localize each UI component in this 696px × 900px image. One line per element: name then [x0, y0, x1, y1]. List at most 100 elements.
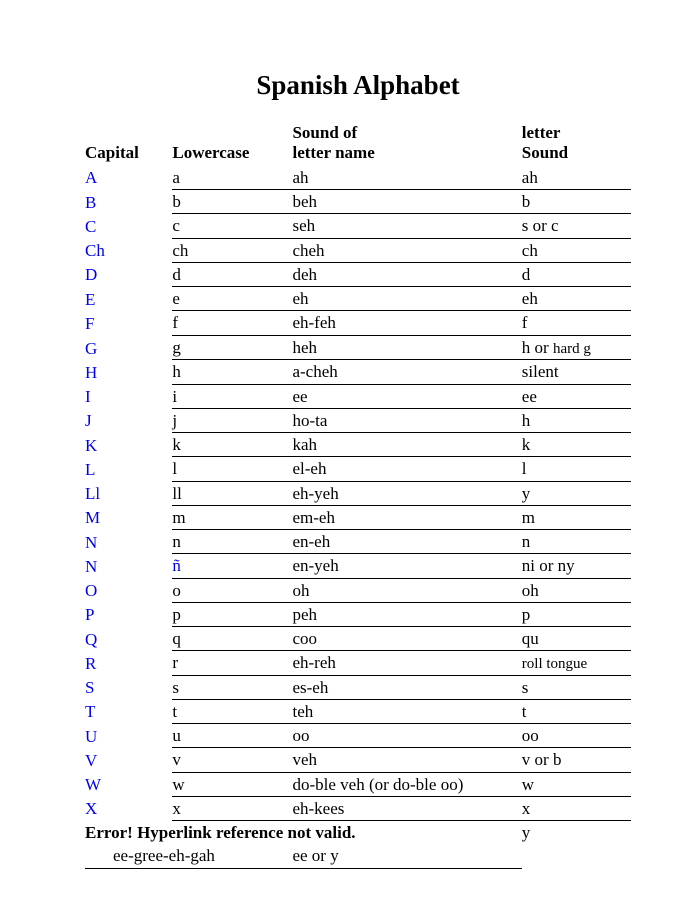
letter-name-sound: eh-kees — [292, 796, 521, 820]
lowercase-letter: d — [172, 262, 292, 286]
letter-sound: s — [522, 675, 631, 699]
letter-sound: x — [522, 796, 631, 820]
letter-sound: v or b — [522, 748, 631, 772]
table-row: Xxeh-keesx — [85, 796, 631, 820]
lowercase-letter: q — [172, 627, 292, 651]
letter-sound: ni or ny — [522, 554, 631, 578]
lowercase-letter: ll — [172, 481, 292, 505]
lowercase-letter: p — [172, 602, 292, 626]
capital-letter[interactable]: N — [85, 530, 172, 554]
letter-sound: s or c — [522, 214, 631, 238]
capital-letter[interactable]: P — [85, 602, 172, 626]
letter-sound: w — [522, 772, 631, 796]
letter-name-sound: veh — [292, 748, 521, 772]
table-row: Iieeee — [85, 384, 631, 408]
alphabet-table: Capital Lowercase Sound of letter name l… — [85, 123, 631, 869]
capital-letter[interactable]: U — [85, 724, 172, 748]
letter-sound: m — [522, 505, 631, 529]
capital-letter[interactable]: V — [85, 748, 172, 772]
table-row: Llel-ehl — [85, 457, 631, 481]
capital-letter[interactable]: B — [85, 190, 172, 214]
letter-name-sound: ho-ta — [292, 408, 521, 432]
table-row: Lllleh-yehy — [85, 481, 631, 505]
lowercase-letter: u — [172, 724, 292, 748]
letter-name-sound: oo — [292, 724, 521, 748]
letter-sound: p — [522, 602, 631, 626]
table-row: Pppehp — [85, 602, 631, 626]
y-row: ee-gree-eh-gah ee or y — [85, 844, 631, 868]
capital-letter[interactable]: C — [85, 214, 172, 238]
letter-sound: roll tongue — [522, 651, 631, 675]
lowercase-letter: l — [172, 457, 292, 481]
capital-letter[interactable]: W — [85, 772, 172, 796]
table-row: Kkkahk — [85, 433, 631, 457]
capital-letter[interactable]: L — [85, 457, 172, 481]
letter-name-sound: a-cheh — [292, 360, 521, 384]
capital-letter[interactable]: H — [85, 360, 172, 384]
letter-name-sound: es-eh — [292, 675, 521, 699]
capital-letter[interactable]: F — [85, 311, 172, 335]
letter-name-sound: eh-yeh — [292, 481, 521, 505]
capital-letter[interactable]: R — [85, 651, 172, 675]
capital-letter[interactable]: S — [85, 675, 172, 699]
letter-sound: l — [522, 457, 631, 481]
table-row: Eeeheh — [85, 287, 631, 311]
table-row: Hha-chehsilent — [85, 360, 631, 384]
lowercase-letter: n — [172, 530, 292, 554]
letter-name-sound: eh-feh — [292, 311, 521, 335]
error-row: Error! Hyperlink reference not valid. y — [85, 821, 631, 845]
table-row: Ccsehs or c — [85, 214, 631, 238]
capital-letter[interactable]: N — [85, 554, 172, 578]
lowercase-letter: m — [172, 505, 292, 529]
letter-name-sound: cheh — [292, 238, 521, 262]
lowercase-letter[interactable]: ñ — [172, 554, 292, 578]
capital-letter[interactable]: K — [85, 433, 172, 457]
lowercase-letter: g — [172, 335, 292, 360]
capital-letter[interactable]: Q — [85, 627, 172, 651]
letter-sound: b — [522, 190, 631, 214]
capital-letter[interactable]: Ll — [85, 481, 172, 505]
table-row: Qqcooqu — [85, 627, 631, 651]
lowercase-letter: f — [172, 311, 292, 335]
capital-letter[interactable]: I — [85, 384, 172, 408]
capital-letter[interactable]: E — [85, 287, 172, 311]
letter-sound: y — [522, 481, 631, 505]
capital-letter[interactable]: G — [85, 335, 172, 360]
error-sound: y — [522, 821, 631, 845]
lowercase-letter: a — [172, 166, 292, 190]
letter-sound: h or hard g — [522, 335, 631, 360]
table-row: Ttteht — [85, 699, 631, 723]
lowercase-letter: h — [172, 360, 292, 384]
lowercase-letter: e — [172, 287, 292, 311]
letter-sound: oo — [522, 724, 631, 748]
capital-letter[interactable]: O — [85, 578, 172, 602]
lowercase-letter: ch — [172, 238, 292, 262]
table-row: Wwdo-ble veh (or do-ble oo)w — [85, 772, 631, 796]
letter-name-sound: peh — [292, 602, 521, 626]
lowercase-letter: i — [172, 384, 292, 408]
letter-sound: h — [522, 408, 631, 432]
letter-sound: f — [522, 311, 631, 335]
capital-letter[interactable]: X — [85, 796, 172, 820]
lowercase-letter: r — [172, 651, 292, 675]
lowercase-letter: w — [172, 772, 292, 796]
capital-letter[interactable]: M — [85, 505, 172, 529]
letter-name-sound: deh — [292, 262, 521, 286]
capital-letter[interactable]: Ch — [85, 238, 172, 262]
capital-letter[interactable]: J — [85, 408, 172, 432]
letter-name-sound: em-eh — [292, 505, 521, 529]
letter-name-sound: eh-reh — [292, 651, 521, 675]
capital-letter[interactable]: T — [85, 699, 172, 723]
table-row: Jjho-tah — [85, 408, 631, 432]
letter-name-sound: coo — [292, 627, 521, 651]
letter-sound: qu — [522, 627, 631, 651]
capital-letter[interactable]: D — [85, 262, 172, 286]
lowercase-letter: c — [172, 214, 292, 238]
letter-sound: silent — [522, 360, 631, 384]
y-name: ee-gree-eh-gah — [85, 844, 292, 868]
capital-letter[interactable]: A — [85, 166, 172, 190]
letter-sound: ch — [522, 238, 631, 262]
lowercase-letter: x — [172, 796, 292, 820]
letter-name-sound: do-ble veh (or do-ble oo) — [292, 772, 521, 796]
letter-name-sound: ee — [292, 384, 521, 408]
